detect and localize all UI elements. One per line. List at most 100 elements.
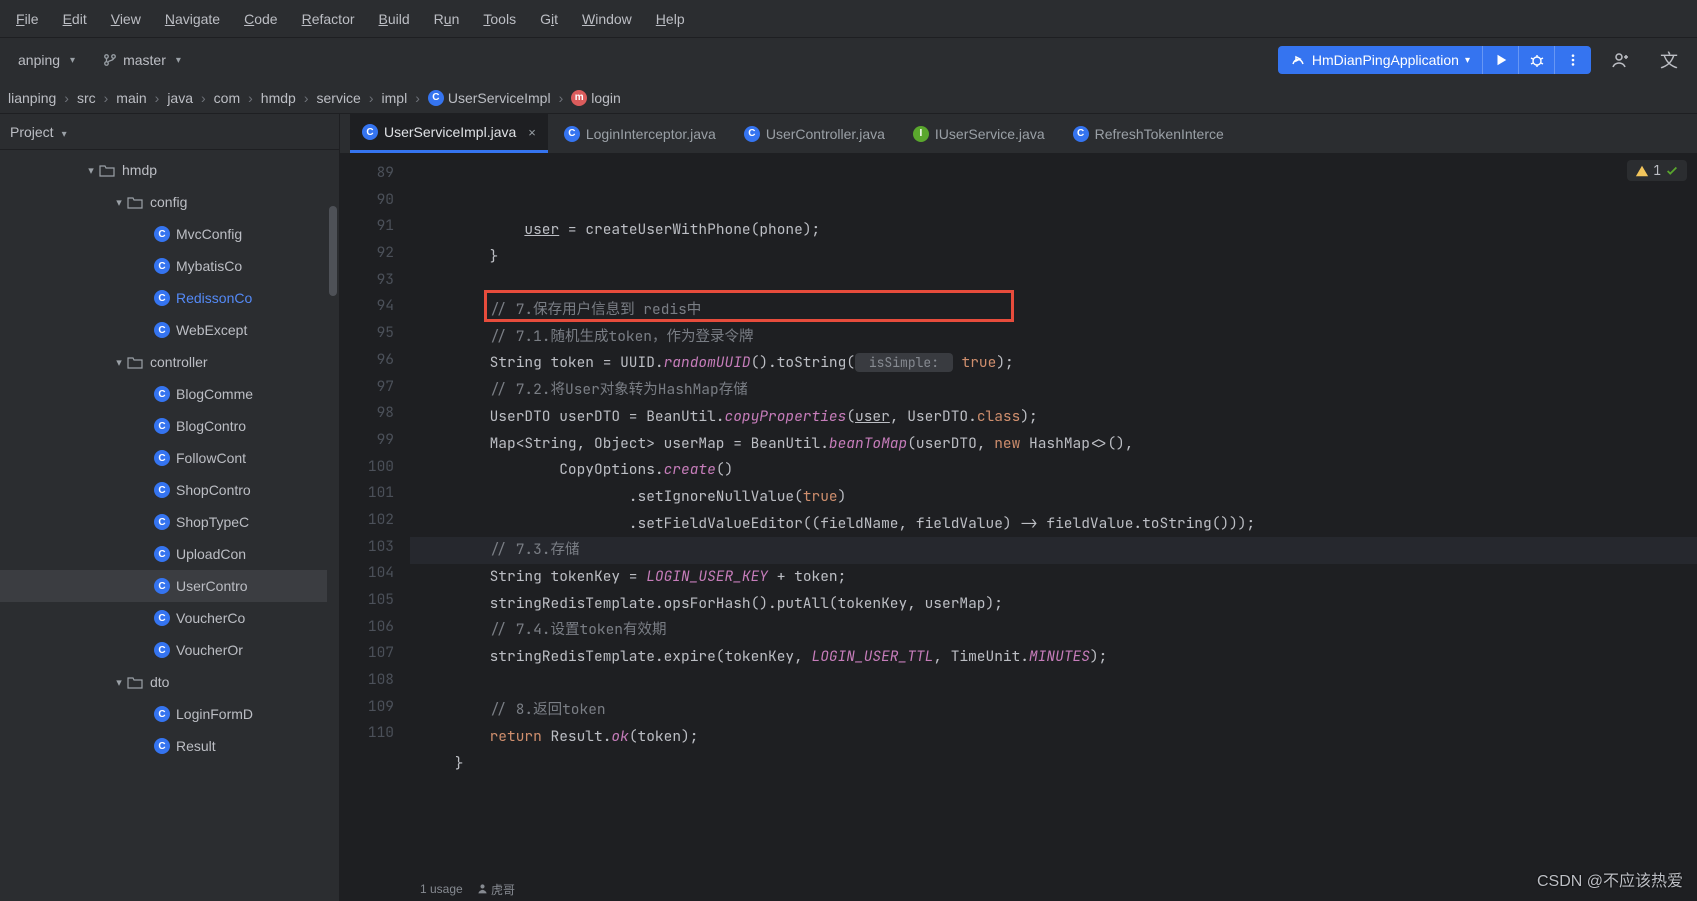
tree-item-loginformd[interactable]: CLoginFormD	[0, 698, 339, 730]
line-number[interactable]: 108	[346, 667, 394, 694]
line-number[interactable]: 99	[346, 427, 394, 454]
run-config-selector[interactable]: HmDianPingApplication ▾	[1278, 46, 1483, 74]
twisty-icon[interactable]: ▾	[84, 164, 98, 177]
code-line[interactable]: stringRedisTemplate.opsForHash().putAll(…	[410, 591, 1697, 618]
tree-scrollbar-thumb[interactable]	[329, 206, 337, 296]
tree-item-shopcontro[interactable]: CShopContro	[0, 474, 339, 506]
tab-usercontroller-java[interactable]: CUserController.java	[732, 114, 897, 153]
code-line[interactable]	[410, 671, 1697, 698]
menu-git[interactable]: Git	[528, 5, 570, 33]
close-icon[interactable]: ×	[528, 125, 536, 140]
crumb-src[interactable]: src	[77, 90, 96, 106]
code-line[interactable]: // 7.2.将User对象转为HashMap存储	[410, 377, 1697, 404]
line-number[interactable]: 94	[346, 293, 394, 320]
menu-view[interactable]: View	[99, 5, 153, 33]
tree-item-webexcept[interactable]: CWebExcept	[0, 314, 339, 346]
code-line[interactable]: // 7.3.存储	[410, 537, 1697, 564]
code-line[interactable]	[410, 777, 1697, 804]
line-number[interactable]: 104	[346, 560, 394, 587]
tree-item-controller[interactable]: ▾controller	[0, 346, 339, 378]
code-line[interactable]: // 7.保存用户信息到 redis中	[410, 297, 1697, 324]
code-line[interactable]: user = createUserWithPhone(phone);	[410, 217, 1697, 244]
code-line[interactable]	[410, 270, 1697, 297]
line-number[interactable]: 103	[346, 534, 394, 561]
line-number[interactable]: 93	[346, 267, 394, 294]
line-number[interactable]: 110	[346, 720, 394, 747]
menu-navigate[interactable]: Navigate	[153, 5, 232, 33]
branch-selector[interactable]: master	[95, 48, 189, 72]
line-number[interactable]: 91	[346, 213, 394, 240]
usages-hint[interactable]: 1 usage	[420, 882, 463, 896]
line-number[interactable]: 95	[346, 320, 394, 347]
code-line[interactable]: // 7.1.随机生成token，作为登录令牌	[410, 324, 1697, 351]
crumb-service[interactable]: service	[317, 90, 361, 106]
menu-tools[interactable]: Tools	[471, 5, 528, 33]
code-content[interactable]: 1 user = createUserWithPhone(phone); } /…	[410, 154, 1697, 877]
translate-button[interactable]: 文	[1651, 46, 1687, 74]
menu-run[interactable]: Run	[422, 5, 472, 33]
tab-userserviceimpl-java[interactable]: CUserServiceImpl.java×	[350, 114, 548, 153]
project-tool-header[interactable]: Project	[0, 114, 339, 150]
menu-edit[interactable]: Edit	[51, 5, 99, 33]
tree-item-followcont[interactable]: CFollowCont	[0, 442, 339, 474]
line-number[interactable]: 90	[346, 187, 394, 214]
twisty-icon[interactable]: ▾	[112, 196, 126, 209]
tree-item-shoptypec[interactable]: CShopTypeC	[0, 506, 339, 538]
tree-item-hmdp[interactable]: ▾hmdp	[0, 154, 339, 186]
menu-file[interactable]: File	[4, 5, 51, 33]
tree-item-dto[interactable]: ▾dto	[0, 666, 339, 698]
project-selector[interactable]: anping	[10, 48, 83, 72]
crumb-login[interactable]: mlogin	[571, 90, 621, 106]
tree-item-mvcconfig[interactable]: CMvcConfig	[0, 218, 339, 250]
line-number[interactable]: 97	[346, 374, 394, 401]
tree-item-redissonco[interactable]: CRedissonCo	[0, 282, 339, 314]
project-view-selector[interactable]: Project	[10, 124, 54, 140]
line-number[interactable]: 96	[346, 347, 394, 374]
twisty-icon[interactable]: ▾	[112, 676, 126, 689]
tree-item-uploadcon[interactable]: CUploadCon	[0, 538, 339, 570]
tab-iuserservice-java[interactable]: IIUserService.java	[901, 114, 1057, 153]
code-line[interactable]: .setFieldValueEditor((fieldName, fieldVa…	[410, 511, 1697, 538]
line-number[interactable]: 92	[346, 240, 394, 267]
tree-item-blogcomme[interactable]: CBlogComme	[0, 378, 339, 410]
twisty-icon[interactable]: ▾	[112, 356, 126, 369]
line-number[interactable]: 109	[346, 694, 394, 721]
line-number[interactable]: 102	[346, 507, 394, 534]
code-line[interactable]: .setIgnoreNullValue(true)	[410, 484, 1697, 511]
menu-window[interactable]: Window	[570, 5, 644, 33]
code-with-me-button[interactable]	[1603, 46, 1639, 74]
code-line[interactable]: stringRedisTemplate.expire(tokenKey, LOG…	[410, 644, 1697, 671]
crumb-java[interactable]: java	[167, 90, 193, 106]
crumb-lianping[interactable]: lianping	[8, 90, 56, 106]
tab-logininterceptor-java[interactable]: CLoginInterceptor.java	[552, 114, 728, 153]
tab-refreshtokeninterce[interactable]: CRefreshTokenInterce	[1061, 114, 1236, 153]
crumb-main[interactable]: main	[116, 90, 146, 106]
menu-help[interactable]: Help	[644, 5, 697, 33]
line-number[interactable]: 105	[346, 587, 394, 614]
line-number[interactable]: 107	[346, 640, 394, 667]
code-line[interactable]: return Result.ok(token);	[410, 724, 1697, 751]
code-line[interactable]: UserDTO userDTO = BeanUtil.copyPropertie…	[410, 404, 1697, 431]
tree-item-voucherco[interactable]: CVoucherCo	[0, 602, 339, 634]
crumb-impl[interactable]: impl	[382, 90, 408, 106]
code-line[interactable]: String tokenKey = LOGIN_USER_KEY + token…	[410, 564, 1697, 591]
code-line[interactable]: }	[410, 751, 1697, 778]
menu-build[interactable]: Build	[367, 5, 422, 33]
code-line[interactable]: }	[410, 244, 1697, 271]
code-line[interactable]: CopyOptions.create()	[410, 457, 1697, 484]
gutter[interactable]: 8990919293949596979899100101102103104105…	[340, 154, 410, 877]
menu-refactor[interactable]: Refactor	[290, 5, 367, 33]
more-run-actions[interactable]	[1555, 46, 1591, 74]
tree-item-voucheror[interactable]: CVoucherOr	[0, 634, 339, 666]
code-line[interactable]: Map<String, Object> userMap = BeanUtil.b…	[410, 431, 1697, 458]
tree-item-blogcontro[interactable]: CBlogContro	[0, 410, 339, 442]
code-line[interactable]: String token = UUID.randomUUID().toStrin…	[410, 350, 1697, 377]
tree-item-result[interactable]: CResult	[0, 730, 339, 762]
tree-item-config[interactable]: ▾config	[0, 186, 339, 218]
line-number[interactable]: 106	[346, 614, 394, 641]
author-hint[interactable]: 虎哥	[477, 881, 515, 898]
inspections-widget[interactable]: 1	[1627, 160, 1687, 181]
run-button[interactable]	[1483, 46, 1519, 74]
crumb-userserviceimpl[interactable]: CUserServiceImpl	[428, 90, 551, 106]
tree-scrollbar-track[interactable]	[327, 150, 339, 901]
